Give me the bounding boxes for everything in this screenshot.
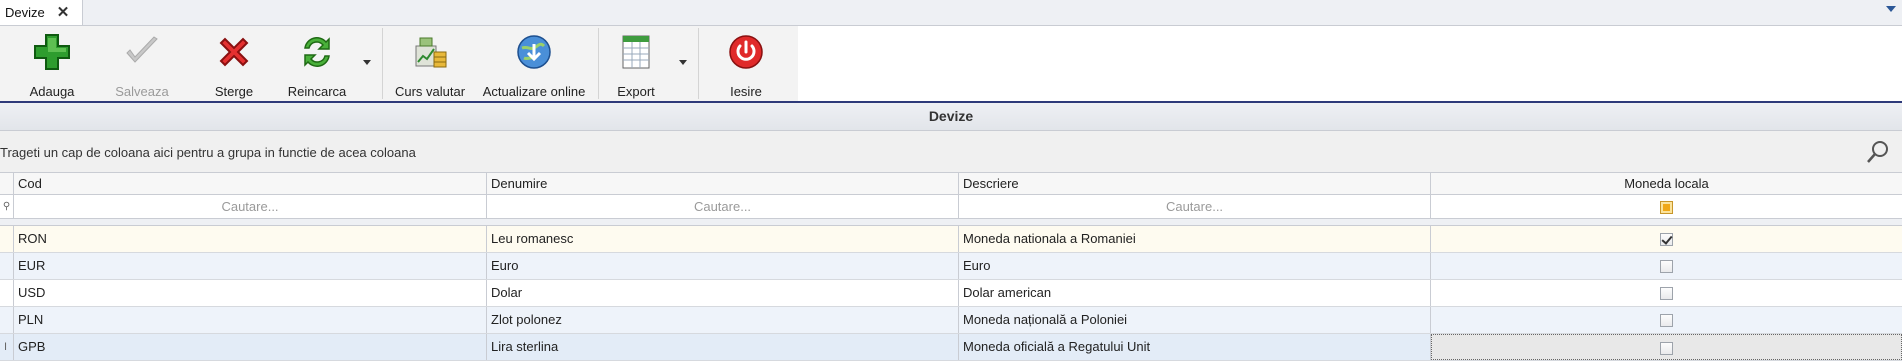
- document-tab-bar: Devize ✕: [0, 0, 1902, 26]
- row-indicator-header: [0, 173, 14, 194]
- delete-button[interactable]: Sterge: [204, 26, 264, 101]
- cell-moneda-locala[interactable]: [1431, 253, 1902, 279]
- filter-pin-icon: ⚲: [0, 195, 14, 218]
- plus-icon: [32, 32, 72, 72]
- column-header-row: Cod Denumire Descriere Moneda locala: [0, 173, 1902, 195]
- ribbon-toolbar: Adauga Salveaza Sterge Reincarca Curs va…: [0, 26, 798, 101]
- cell-descriere[interactable]: Moneda oficială a Regatului Unit: [959, 334, 1431, 360]
- cell-cod[interactable]: GPB: [14, 334, 487, 360]
- filter-separator: [0, 219, 1902, 226]
- column-header-moneda-locala[interactable]: Moneda locala: [1431, 173, 1902, 194]
- cell-descriere[interactable]: Dolar american: [959, 280, 1431, 306]
- cell-moneda-locala[interactable]: [1431, 280, 1902, 306]
- table-row[interactable]: USD Dolar Dolar american: [0, 280, 1902, 307]
- exit-button[interactable]: Iesire: [716, 26, 776, 101]
- grid-title: Devize: [0, 103, 1902, 131]
- tab-title: Devize: [5, 5, 45, 20]
- cell-descriere[interactable]: Moneda nationala a Romaniei: [959, 226, 1431, 252]
- table-row[interactable]: EUR Euro Euro: [0, 253, 1902, 280]
- row-indicator: [0, 307, 14, 333]
- filter-input-cod[interactable]: Cautare...: [14, 195, 487, 218]
- cell-denumire[interactable]: Leu romanesc: [487, 226, 959, 252]
- reload-button[interactable]: Reincarca: [285, 26, 349, 101]
- delete-x-icon: [214, 32, 254, 72]
- local-currency-checkbox[interactable]: [1660, 314, 1673, 328]
- cell-moneda-locala[interactable]: [1431, 226, 1902, 252]
- power-icon: [726, 32, 766, 72]
- cell-cod[interactable]: USD: [14, 280, 487, 306]
- local-currency-checkbox[interactable]: [1660, 342, 1673, 356]
- save-button[interactable]: Salveaza: [112, 26, 172, 101]
- cell-cod[interactable]: RON: [14, 226, 487, 252]
- table-row[interactable]: RON Leu romanesc Moneda nationala a Roma…: [0, 226, 1902, 253]
- table-row[interactable]: PLN Zlot polonez Moneda națională a Polo…: [0, 307, 1902, 334]
- toolbar-separator: [698, 28, 699, 99]
- indeterminate-checkbox[interactable]: [1660, 201, 1673, 215]
- globe-download-icon: [514, 32, 554, 72]
- tab-devize[interactable]: Devize ✕: [0, 0, 83, 25]
- filter-input-descriere[interactable]: Cautare...: [959, 195, 1431, 218]
- row-indicator: [0, 226, 14, 252]
- search-icon[interactable]: [1866, 140, 1890, 167]
- column-header-cod[interactable]: Cod: [14, 173, 487, 194]
- group-by-panel[interactable]: Trageti un cap de coloana aici pentru a …: [0, 131, 1902, 173]
- filter-row: ⚲ Cautare... Cautare... Cautare...: [0, 195, 1902, 219]
- cell-moneda-locala[interactable]: [1431, 307, 1902, 333]
- column-header-descriere[interactable]: Descriere: [959, 173, 1431, 194]
- toolbar-separator: [382, 28, 383, 99]
- cell-denumire[interactable]: Zlot polonez: [487, 307, 959, 333]
- exchange-rate-button[interactable]: Curs valutar: [390, 26, 470, 101]
- export-dropdown-icon[interactable]: [679, 60, 687, 65]
- edit-cursor-icon: I: [0, 334, 14, 360]
- filter-input-denumire[interactable]: Cautare...: [487, 195, 959, 218]
- cell-cod[interactable]: EUR: [14, 253, 487, 279]
- spreadsheet-icon: [616, 32, 656, 72]
- local-currency-checkbox[interactable]: [1660, 287, 1673, 301]
- local-currency-checkbox[interactable]: [1660, 260, 1673, 274]
- group-panel-hint: Trageti un cap de coloana aici pentru a …: [0, 145, 416, 160]
- filter-checkbox-moneda-locala[interactable]: [1431, 195, 1902, 218]
- online-update-button[interactable]: Actualizare online: [478, 26, 590, 101]
- cell-descriere[interactable]: Euro: [959, 253, 1431, 279]
- table-row-selected[interactable]: I GPB Lira sterlina Moneda oficială a Re…: [0, 334, 1902, 361]
- close-icon[interactable]: ✕: [57, 5, 70, 20]
- currency-chart-icon: [410, 32, 450, 72]
- refresh-icon: [297, 32, 337, 72]
- toolbar-separator: [598, 28, 599, 99]
- cell-denumire[interactable]: Lira sterlina: [487, 334, 959, 360]
- export-button[interactable]: Export: [606, 26, 666, 101]
- cell-denumire[interactable]: Dolar: [487, 280, 959, 306]
- local-currency-checkbox[interactable]: [1660, 233, 1673, 247]
- column-header-denumire[interactable]: Denumire: [487, 173, 959, 194]
- add-button[interactable]: Adauga: [22, 26, 82, 101]
- cell-denumire[interactable]: Euro: [487, 253, 959, 279]
- cell-cod[interactable]: PLN: [14, 307, 487, 333]
- row-indicator: [0, 280, 14, 306]
- reload-dropdown-icon[interactable]: [363, 60, 371, 65]
- row-indicator: [0, 253, 14, 279]
- tab-dropdown-icon[interactable]: [1886, 6, 1896, 12]
- cell-descriere[interactable]: Moneda națională a Poloniei: [959, 307, 1431, 333]
- checkmark-icon: [122, 32, 162, 72]
- cell-moneda-locala[interactable]: [1431, 334, 1902, 360]
